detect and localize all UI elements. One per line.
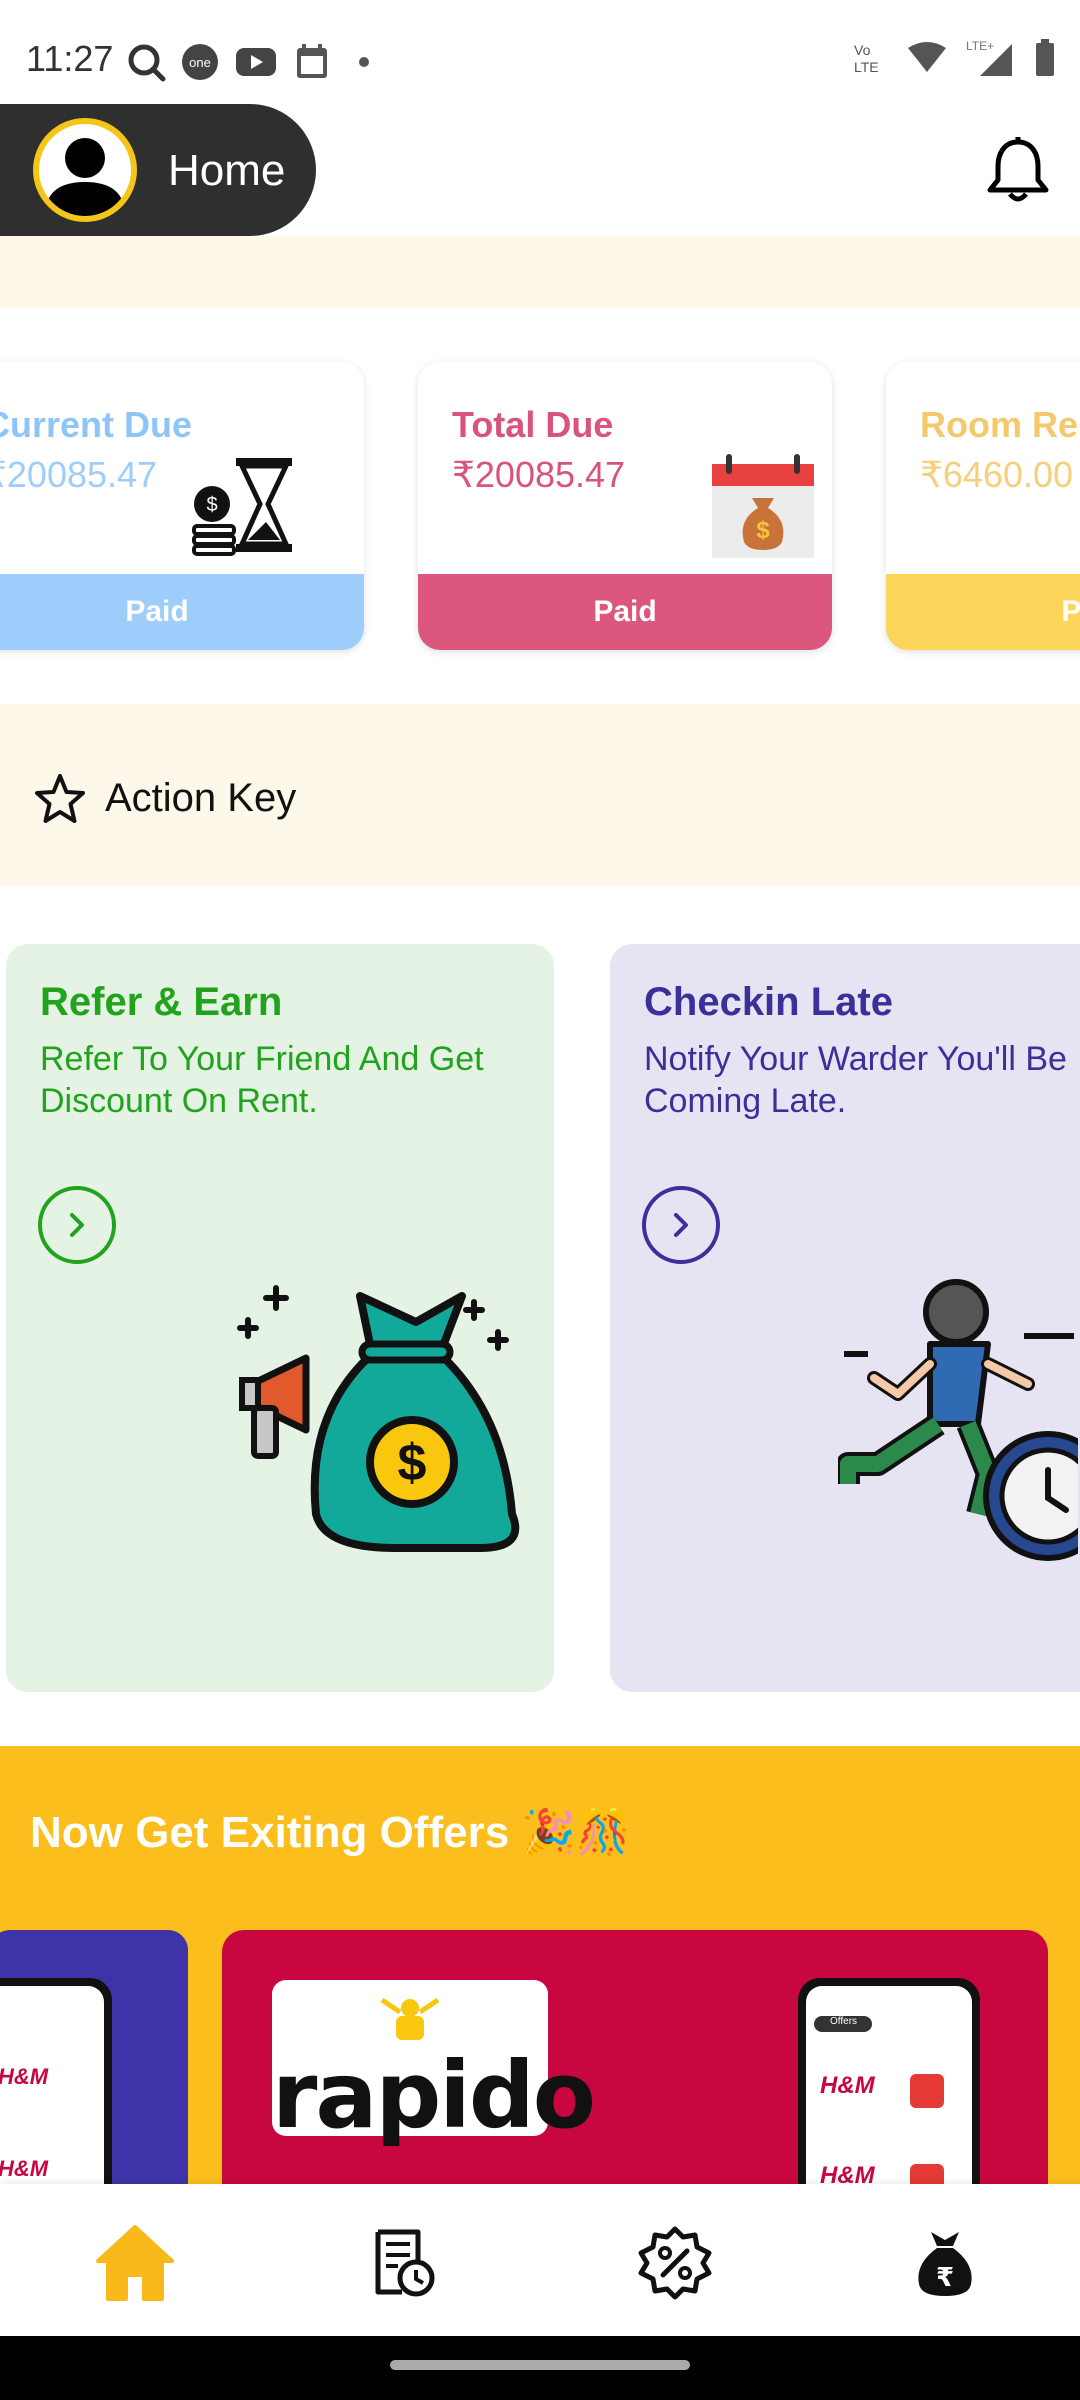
chevron-right-icon[interactable] (642, 1186, 720, 1264)
calendar-icon (297, 44, 327, 78)
paid-button[interactable]: Paid (418, 574, 832, 650)
svg-text:one: one (189, 55, 211, 70)
svg-text:LTE: LTE (854, 59, 879, 75)
bottom-navigation: ₹ (0, 2184, 1080, 2336)
home-icon (96, 2225, 174, 2301)
volte-icon: Vo LTE (854, 42, 879, 75)
due-card-title: Total Due (452, 404, 614, 445)
due-card-total[interactable]: Total Due ₹20085.47 $ Paid (418, 362, 832, 650)
hm-logo: H&M (820, 2162, 875, 2186)
calendar-moneybag-icon: $ (712, 454, 814, 558)
due-card-amount: ₹20085.47 (452, 454, 626, 495)
youtube-icon (236, 48, 276, 76)
due-card-title: Room Rent (920, 404, 1080, 445)
checkin-late-card[interactable]: Checkin Late Notify Your Warder You'll B… (610, 944, 1080, 1692)
hm-logo: H&M (820, 2072, 875, 2099)
discount-badge-icon (638, 2226, 712, 2300)
nav-history[interactable] (360, 2220, 446, 2306)
paid-button[interactable]: Paid (886, 574, 1080, 650)
phone-mockup: Offers H&M H&M (798, 1978, 980, 2186)
star-icon (35, 774, 85, 823)
nav-home[interactable] (92, 2220, 178, 2306)
card-description: Notify Your Warder You'll Be Coming Late… (644, 1040, 1067, 1120)
svg-text:₹: ₹ (936, 2263, 954, 2293)
status-right-icons: Vo LTE LTE+ (852, 38, 1056, 78)
bell-icon[interactable] (986, 136, 1050, 206)
user-avatar-icon[interactable] (33, 118, 137, 222)
cream-divider (0, 236, 1080, 308)
rapido-mascot-icon (380, 1997, 440, 2040)
svg-text:Vo: Vo (854, 42, 871, 58)
svg-text:$: $ (398, 1434, 427, 1492)
svg-text:$: $ (206, 494, 217, 516)
bill-history-icon (375, 2229, 435, 2297)
paid-button[interactable]: Paid (0, 574, 364, 650)
rupee-bag-icon: ₹ (918, 2232, 972, 2296)
offer-card-previous[interactable]: H&M H&M (0, 1930, 188, 2186)
svg-text:LTE+: LTE+ (966, 39, 994, 53)
rapido-offer-card[interactable]: rapido Offers H&M H&M (222, 1930, 1048, 2186)
card-description: Refer To Your Friend And Get Discount On… (40, 1040, 484, 1120)
status-time: 11:27 (26, 38, 114, 79)
hm-logo: H&M (0, 2156, 49, 2181)
due-card-title: Current Due (0, 404, 193, 445)
home-screen: 11:27 one Vo LTE LTE+ Home Current Due ₹… (0, 0, 1080, 2400)
due-card-room-rent[interactable]: Room Rent ₹6460.00 Paid (886, 362, 1080, 650)
page-title: Home (168, 146, 286, 195)
search-icon (128, 44, 166, 82)
refer-earn-card[interactable]: Refer & Earn Refer To Your Friend And Ge… (6, 944, 554, 1692)
home-gesture-handle[interactable] (390, 2360, 690, 2370)
section-title: Action Key (105, 776, 297, 820)
svg-text:$: $ (756, 517, 770, 544)
due-card-amount: ₹6460.00 (920, 454, 1074, 495)
offers-section: Now Get Exiting Offers 🎉🎊 H&M H&M rapido (0, 1746, 1080, 2186)
one-icon: one (182, 44, 218, 80)
offers-title: Now Get Exiting Offers 🎉🎊 (30, 1808, 631, 1857)
phone-offers-label: Offers (830, 2016, 858, 2027)
dot-icon (359, 57, 369, 67)
action-key-section: Action Key (0, 704, 1080, 886)
card-title: Refer & Earn (40, 980, 283, 1024)
running-clock-icon (838, 1279, 1078, 1561)
money-bag-megaphone-icon: $ (237, 1285, 520, 1552)
phone-mockup: H&M H&M (0, 1978, 112, 2186)
due-card-amount: ₹20085.47 (0, 454, 158, 495)
status-bar: 11:27 one Vo LTE LTE+ (0, 0, 1080, 110)
rapido-logo: rapido (272, 1980, 596, 2149)
hourglass-money-icon: $ (192, 458, 292, 556)
nav-payments[interactable]: ₹ (902, 2220, 988, 2306)
battery-icon (1036, 39, 1054, 76)
chevron-right-icon[interactable] (38, 1186, 116, 1264)
due-card-current[interactable]: Current Due ₹20085.47 $ Paid (0, 362, 364, 650)
rapido-brand-text: rapido (272, 2042, 596, 2149)
nav-offers[interactable] (632, 2220, 718, 2306)
lte-signal-icon: LTE+ (966, 39, 1012, 76)
card-title: Checkin Late (644, 980, 893, 1024)
system-gesture-bar (0, 2336, 1080, 2400)
profile-home-pill[interactable]: Home (0, 104, 316, 236)
wifi-icon (908, 42, 946, 72)
hm-logo: H&M (0, 2064, 49, 2089)
